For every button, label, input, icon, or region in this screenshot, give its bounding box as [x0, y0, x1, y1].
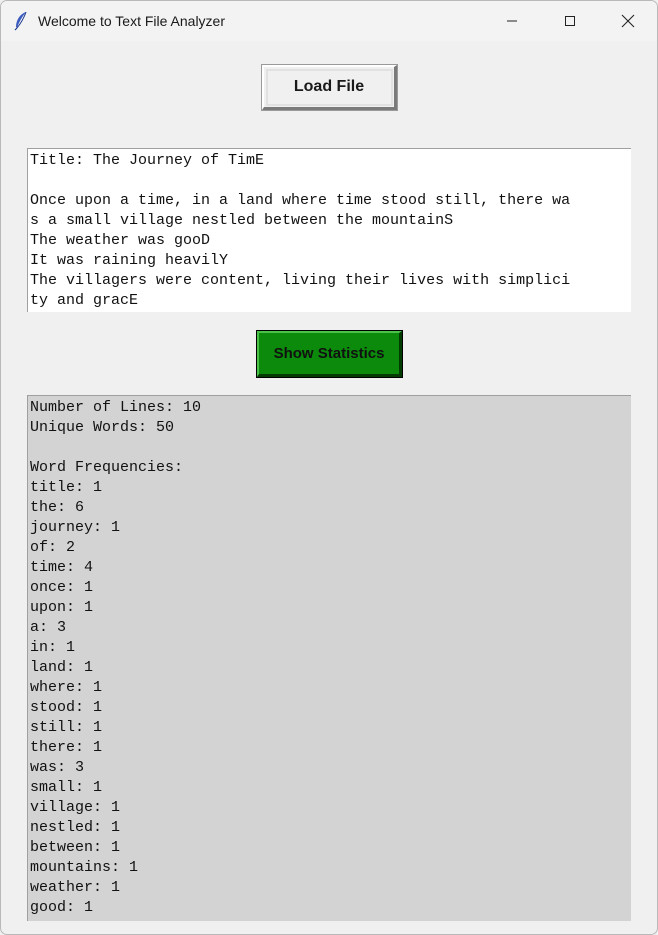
stats-line: stood: 1	[30, 699, 103, 716]
stats-line: mountains: 1	[30, 859, 139, 876]
stats-line: good: 1	[30, 899, 94, 916]
maximize-button[interactable]	[541, 1, 599, 41]
stats-line: land: 1	[30, 659, 94, 676]
minimize-icon	[507, 20, 517, 22]
stats-line: Word Frequencies:	[30, 459, 184, 476]
stats-line: in: 1	[30, 639, 76, 656]
stats-line: time: 4	[30, 559, 94, 576]
stats-line: was: 3	[30, 759, 85, 776]
file-text-line: The weather was gooD	[30, 232, 211, 249]
title-bar[interactable]: Welcome to Text File Analyzer	[1, 1, 657, 41]
app-window: Welcome to Text File Analyzer Load File …	[0, 0, 658, 935]
statistics-textbox[interactable]: Number of Lines: 10 Unique Words: 50 Word …	[27, 395, 631, 921]
show-statistics-label: Show Statistics	[273, 345, 385, 362]
close-icon	[621, 14, 635, 28]
file-content-textbox[interactable]: Title: The Journey of TimE Once upon a ti…	[27, 148, 631, 312]
stats-line: small: 1	[30, 779, 103, 796]
stats-line: still: 1	[30, 719, 103, 736]
stats-line: upon: 1	[30, 599, 94, 616]
stats-line: where: 1	[30, 679, 103, 696]
file-text-line	[30, 171, 631, 191]
close-button[interactable]	[599, 1, 657, 41]
file-text-line: s a small village nestled between the mo…	[30, 212, 454, 229]
file-text-line: ty and gracE	[30, 292, 139, 309]
stats-line: Number of Lines: 10	[30, 399, 202, 416]
stats-line: of: 2	[30, 539, 76, 556]
stats-line: a: 3	[30, 619, 67, 636]
load-file-label: Load File	[293, 78, 365, 95]
show-statistics-button[interactable]: Show Statistics	[256, 330, 403, 378]
file-text-line: The villagers were content, living their…	[30, 272, 571, 289]
stats-line: weather: 1	[30, 879, 121, 896]
stats-line: once: 1	[30, 579, 94, 596]
file-text-line: Once upon a time, in a land where time s…	[30, 192, 571, 209]
stats-line: village: 1	[30, 799, 121, 816]
stats-line: the: 6	[30, 499, 85, 516]
stats-line: nestled: 1	[30, 819, 121, 836]
file-text-line: It was raining heavilY	[30, 252, 229, 269]
minimize-button[interactable]	[483, 1, 541, 41]
stats-line	[30, 438, 631, 458]
stats-line: journey: 1	[30, 519, 121, 536]
load-file-button[interactable]: Load File	[261, 64, 398, 111]
stats-line: Unique Words: 50	[30, 419, 175, 436]
stats-line: title: 1	[30, 479, 103, 496]
file-text-line: Title: The Journey of TimE	[30, 152, 265, 169]
maximize-icon	[565, 16, 575, 26]
stats-line: between: 1	[30, 839, 121, 856]
stats-line: there: 1	[30, 739, 103, 756]
window-title: Welcome to Text File Analyzer	[38, 13, 226, 29]
feather-icon	[14, 11, 27, 31]
